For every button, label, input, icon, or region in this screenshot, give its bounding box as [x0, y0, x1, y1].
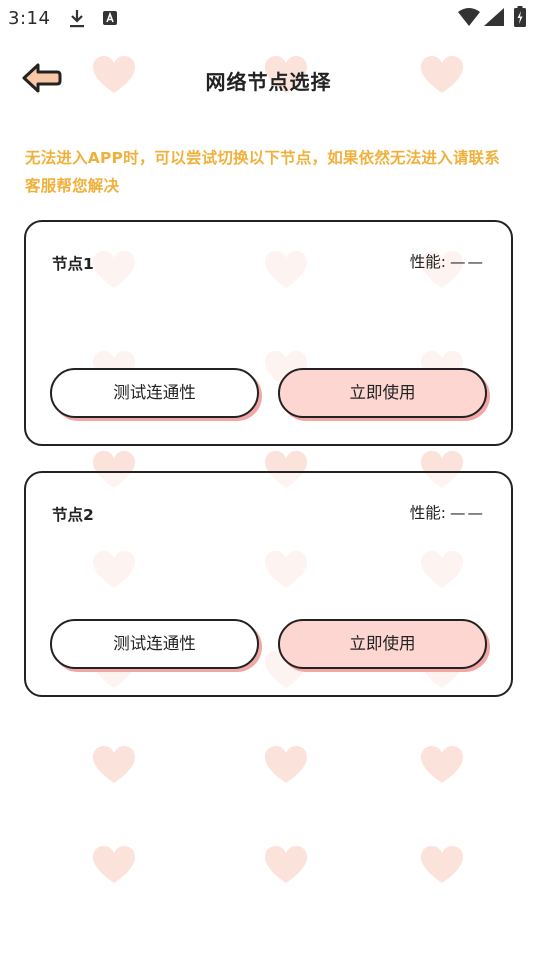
download-icon [70, 10, 84, 28]
performance-value: —— [450, 504, 485, 522]
heart-icon [265, 746, 307, 783]
page: 3:14 网络节点选择 无法进入APP时，可以尝试切换以下节点，如果依然无法进入… [0, 0, 537, 956]
header: 网络节点选择 [0, 50, 537, 110]
notice-text: 无法进入APP时，可以尝试切换以下节点，如果依然无法进入请联系客服帮您解决 [25, 149, 500, 195]
heart-icon [265, 846, 307, 883]
signal-icon [484, 8, 504, 26]
test-connectivity-button[interactable]: 测试连通性 [50, 368, 259, 418]
performance: 性能: —— [410, 501, 485, 523]
page-title: 网络节点选择 [205, 70, 332, 94]
performance-label: 性能: [409, 504, 446, 522]
node-card-1: 节点1 性能: —— 测试连通性 立即使用 [24, 220, 513, 446]
heart-icon [421, 746, 463, 783]
heart-icon [93, 746, 135, 783]
heart-icon [421, 846, 463, 883]
use-now-button[interactable]: 立即使用 [278, 368, 487, 418]
heart-icon [93, 846, 135, 883]
battery-icon [514, 6, 526, 27]
node-card-2: 节点2 性能: —— 测试连通性 立即使用 [24, 471, 513, 697]
performance-value: —— [450, 253, 485, 271]
performance: 性能: —— [410, 250, 485, 272]
notification-icon [103, 11, 117, 25]
wifi-icon [458, 8, 480, 26]
node-name: 节点2 [52, 506, 94, 524]
performance-label: 性能: [409, 253, 446, 271]
node-name: 节点1 [52, 255, 94, 273]
test-connectivity-button[interactable]: 测试连通性 [50, 619, 259, 669]
status-time: 3:14 [8, 8, 51, 29]
status-bar: 3:14 [0, 0, 537, 36]
use-now-button[interactable]: 立即使用 [278, 619, 487, 669]
